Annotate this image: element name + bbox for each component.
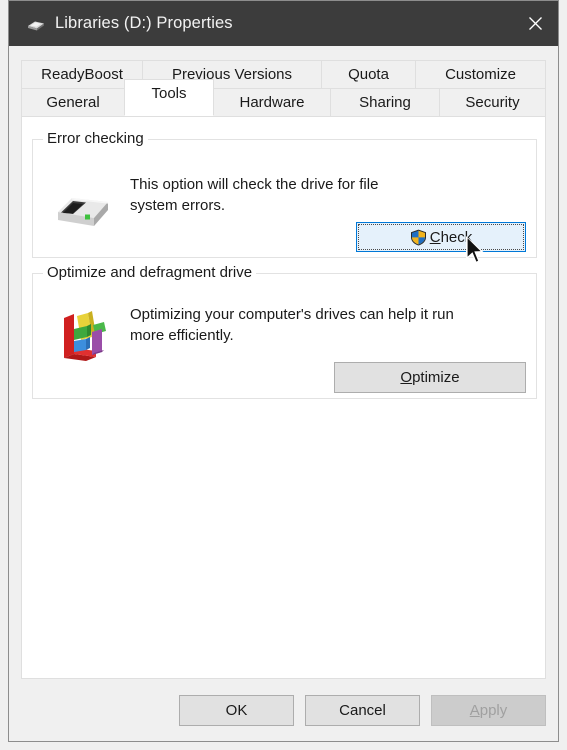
cancel-button[interactable]: Cancel [305,694,420,726]
tab-quota[interactable]: Quota [321,60,416,88]
close-button[interactable] [512,1,558,46]
tab-label: Quota [348,66,389,83]
properties-window: Libraries (D:) Properties ReadyBoost Pre… [8,0,559,742]
optimize-button[interactable]: Optimize [334,362,526,393]
tab-sharing[interactable]: Sharing [330,88,440,116]
tab-row-top: ReadyBoost Previous Versions Quota Custo… [21,60,546,88]
defragment-blocks-icon [64,311,106,361]
tab-security[interactable]: Security [439,88,546,116]
optimize-description: Optimizing your computer's drives can he… [130,306,454,344]
check-button-label: Check [429,228,473,246]
group-title: Optimize and defragment drive [43,264,257,281]
disk-drive-icon [28,21,44,30]
cancel-button-label: Cancel [339,701,386,719]
tab-general[interactable]: General [21,88,125,116]
error-checking-description: This option will check the drive for fil… [130,176,379,214]
ok-button[interactable]: OK [179,694,294,726]
tab-label: Sharing [359,94,411,111]
tab-label: Hardware [239,94,305,111]
tab-strip: ReadyBoost Previous Versions Quota Custo… [21,60,546,116]
ok-button-label: OK [225,701,248,719]
optimize-button-label: Optimize [400,369,460,386]
close-icon [528,17,542,30]
tab-label: Tools [151,85,187,102]
title-bar: Libraries (D:) Properties [9,1,558,46]
check-button[interactable]: Check [356,222,526,252]
client-area: ReadyBoost Previous Versions Quota Custo… [9,46,558,741]
group-optimize-defragment: Optimize and defragment drive Optimizing [32,264,537,399]
group-error-checking: Error checking This option will check th… [32,130,537,258]
uac-shield-icon [410,229,426,245]
tab-hardware[interactable]: Hardware [213,88,331,116]
apply-button-label: Apply [469,701,508,719]
tab-customize[interactable]: Customize [415,60,546,88]
tab-row-bottom: General Tools Hardware Sharing Security [21,79,546,116]
apply-button: Apply [431,694,546,726]
tab-panel-tools: Error checking This option will check th… [21,116,546,679]
group-title: Error checking [43,130,148,147]
tab-label: Customize [445,66,516,83]
window-title: Libraries (D:) Properties [55,14,233,32]
tab-tools[interactable]: Tools [124,79,214,116]
tab-label: ReadyBoost [41,66,123,83]
hard-drive-icon [58,198,108,226]
dialog-button-bar: OK Cancel Apply [9,679,558,741]
tab-label: General [46,94,100,111]
tab-label: Security [465,94,520,111]
